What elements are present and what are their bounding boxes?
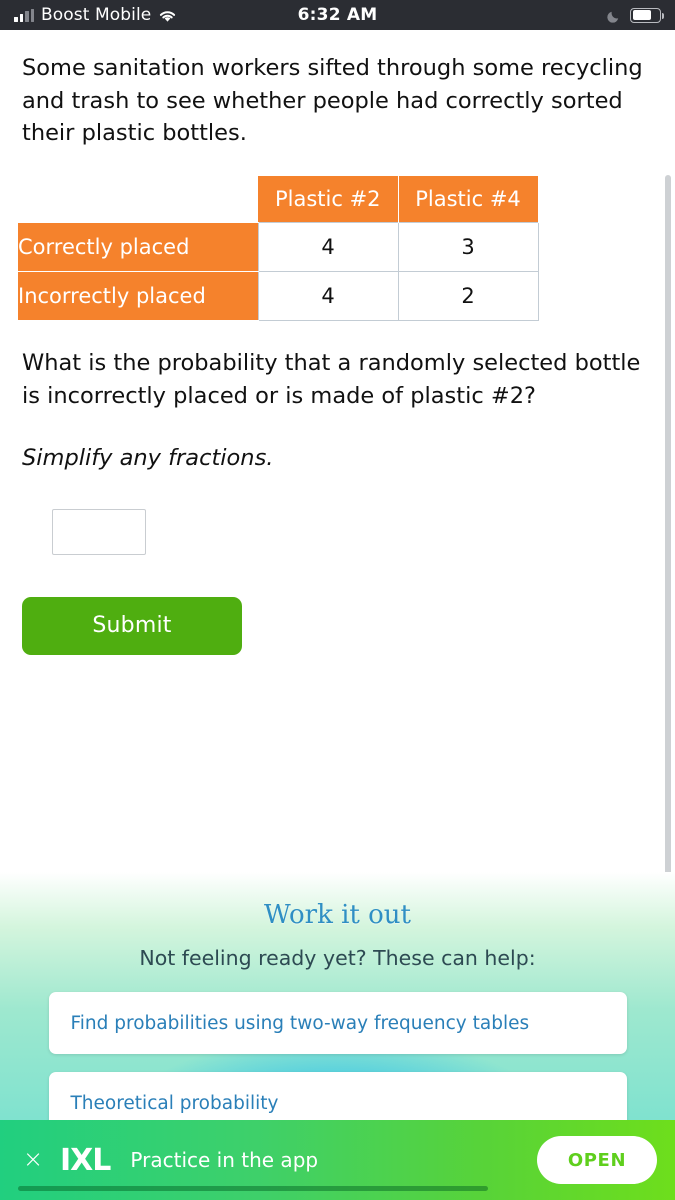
home-indicator xyxy=(18,1186,488,1191)
table-row: Correctly placed 4 3 xyxy=(18,221,539,272)
clock-label: 6:32 AM xyxy=(297,5,378,25)
skill-link-card[interactable]: Theoretical probability xyxy=(48,1072,627,1122)
app-promo-banner: × IXL Practice in the app OPEN xyxy=(0,1120,675,1200)
cell-correct-plastic4: 3 xyxy=(397,221,539,272)
banner-message: Practice in the app xyxy=(130,1148,319,1172)
table-header-row: Plastic #2 Plastic #4 xyxy=(18,174,539,223)
close-icon[interactable]: × xyxy=(18,1147,48,1174)
question-prompt: Some sanitation workers sifted through s… xyxy=(22,55,643,147)
row-header-incorrectly-placed: Incorrectly placed xyxy=(18,271,258,321)
battery-icon xyxy=(630,7,665,23)
cell-incorrect-plastic4: 2 xyxy=(397,270,539,321)
skill-link-label: Theoretical probability xyxy=(70,1092,279,1114)
skill-link-card[interactable]: Find probabilities using two-way frequen… xyxy=(48,992,627,1054)
two-way-frequency-table: Plastic #2 Plastic #4 Correctly placed 4… xyxy=(18,174,653,321)
work-it-out-title: Work it out xyxy=(264,900,411,930)
vertical-scrollbar[interactable] xyxy=(665,175,671,987)
ixl-logo: IXL xyxy=(60,1142,111,1178)
question-content: Some sanitation workers sifted through s… xyxy=(0,30,675,655)
work-it-out-panel: Work it out Not feeling ready yet? These… xyxy=(0,872,675,1122)
question-ask: What is the probability that a randomly … xyxy=(22,349,641,409)
column-header-plastic-4: Plastic #4 xyxy=(398,174,539,223)
skill-link-label: Find probabilities using two-way frequen… xyxy=(70,1012,530,1034)
cell-incorrect-plastic2: 4 xyxy=(257,270,399,321)
status-bar: Boost Mobile 6:32 AM xyxy=(0,0,675,30)
question-hint: Simplify any fractions. xyxy=(22,445,274,472)
column-header-plastic-2: Plastic #2 xyxy=(258,174,399,223)
table-corner-blank xyxy=(18,175,258,222)
cell-correct-plastic2: 4 xyxy=(257,221,399,272)
open-app-button[interactable]: OPEN xyxy=(537,1136,657,1184)
submit-button[interactable]: Submit xyxy=(22,596,242,655)
row-header-correctly-placed: Correctly placed xyxy=(18,221,258,272)
answer-input[interactable] xyxy=(52,508,146,555)
work-it-out-subtitle: Not feeling ready yet? These can help: xyxy=(139,946,536,970)
table-row: Incorrectly placed 4 2 xyxy=(18,270,539,321)
